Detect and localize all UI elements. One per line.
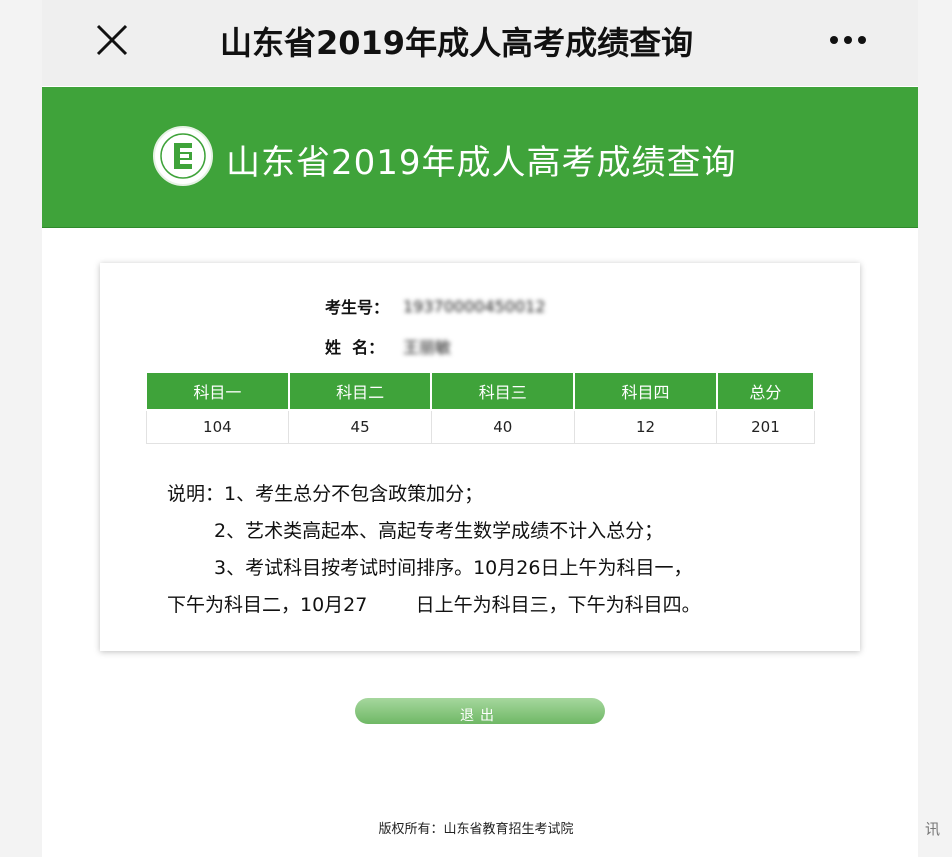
subject-3-score: 40 bbox=[430, 409, 575, 444]
note-line-3: 3、考试科目按考试时间排序。10月26日上午为科目一， bbox=[214, 557, 693, 579]
score-table-row: 104 45 40 12 201 bbox=[145, 409, 815, 444]
candidate-id-row: 考生号： 19370000450012 bbox=[325, 294, 546, 318]
note-line-2: 2、艺术类高起本、高起专考生数学成绩不计入总分； bbox=[214, 520, 664, 542]
close-button[interactable] bbox=[94, 22, 130, 58]
subject-4-header: 科目四 bbox=[573, 371, 718, 411]
subject-2-score: 45 bbox=[288, 409, 432, 444]
left-margin bbox=[0, 0, 42, 857]
candidate-name-label: 姓 名： bbox=[325, 338, 385, 357]
watermark-text: 讯 bbox=[924, 820, 940, 838]
top-navigation-bar: 山东省2019年成人高考成绩查询 bbox=[42, 0, 918, 86]
subject-3-header: 科目三 bbox=[430, 371, 576, 411]
note-line-1: 说明：1、考生总分不包含政策加分； bbox=[167, 483, 484, 505]
score-card: 考生号： 19370000450012 姓 名： 王丽敏 科目一 科目二 科目三… bbox=[100, 263, 860, 651]
copyright-footer: 版权所有：山东省教育招生考试院 bbox=[378, 822, 574, 837]
total-score: 201 bbox=[716, 409, 815, 444]
score-table: 科目一 科目二 科目三 科目四 总分 104 45 40 12 201 bbox=[145, 371, 816, 444]
exam-authority-logo-icon bbox=[153, 126, 213, 186]
page-title: 山东省2019年成人高考成绩查询 bbox=[220, 24, 694, 62]
more-horizontal-icon bbox=[830, 36, 838, 44]
note-line-4: 下午为科目二，10月27 日上午为科目三，下午为科目四。 bbox=[167, 594, 701, 616]
candidate-id-label: 考生号： bbox=[325, 298, 390, 317]
candidate-id-value: 19370000450012 bbox=[403, 296, 546, 316]
subject-4-score: 12 bbox=[573, 409, 718, 444]
total-header: 总分 bbox=[715, 371, 816, 411]
subject-2-header: 科目二 bbox=[287, 371, 433, 411]
candidate-name-row: 姓 名： 王丽敏 bbox=[325, 334, 451, 358]
exit-button[interactable]: 退出 bbox=[355, 698, 605, 724]
subject-1-header: 科目一 bbox=[145, 371, 290, 411]
candidate-name-value: 王丽敏 bbox=[403, 338, 452, 357]
banner-title: 山东省2019年成人高考成绩查询 bbox=[226, 143, 737, 183]
header-banner: 山东省2019年成人高考成绩查询 bbox=[42, 87, 918, 228]
score-table-header-row: 科目一 科目二 科目三 科目四 总分 bbox=[145, 371, 816, 411]
right-margin bbox=[918, 0, 952, 857]
notes-section: 说明：1、考生总分不包含政策加分； 2、艺术类高起本、高起专考生数学成绩不计入总… bbox=[167, 476, 701, 624]
more-options-button[interactable] bbox=[830, 30, 872, 50]
close-icon bbox=[96, 24, 128, 56]
subject-1-score: 104 bbox=[145, 409, 290, 444]
